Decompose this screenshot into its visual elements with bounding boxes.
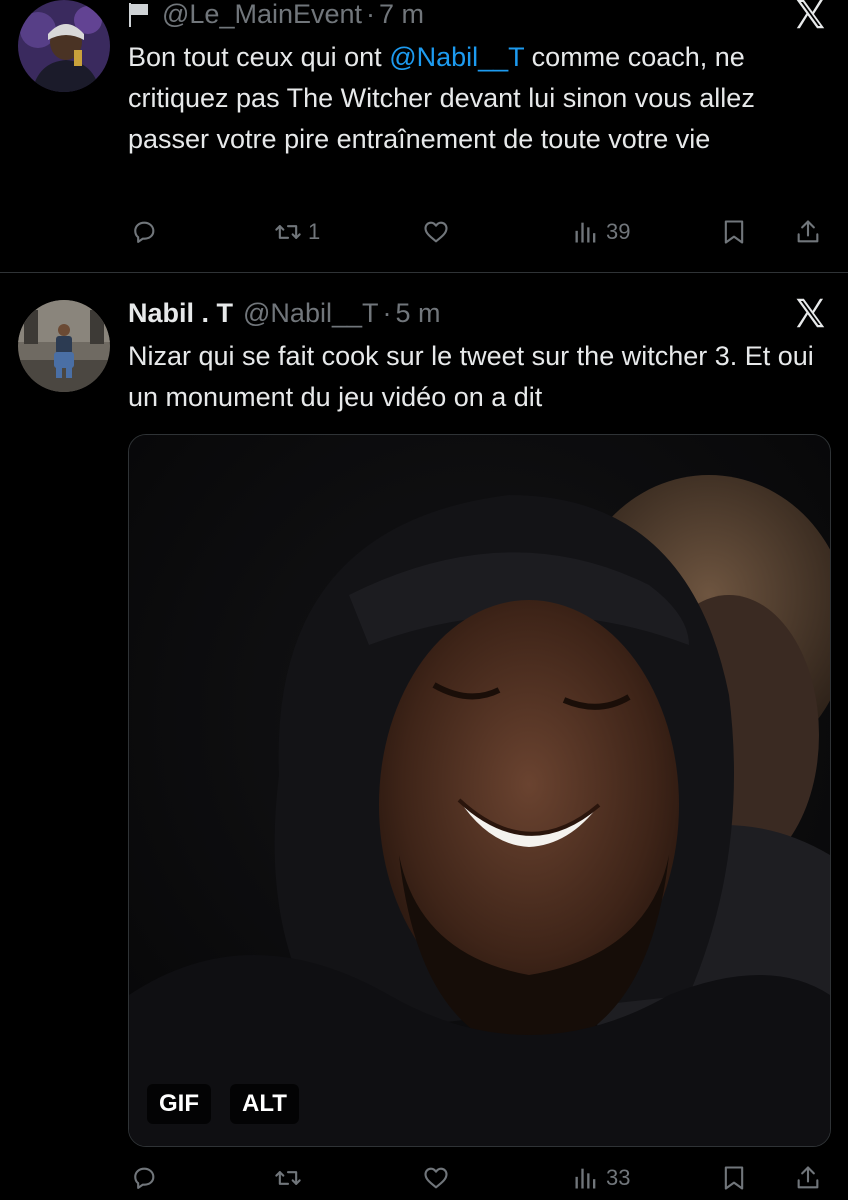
action-bar: 33 — [128, 1158, 828, 1198]
share-icon — [797, 1166, 819, 1189]
tweet-text: Bon tout ceux qui ont @Nabil__T comme co… — [128, 37, 834, 160]
action-bar: 1 39 — [128, 212, 828, 252]
tweet-header: Nabil . T @Nabil__T · 5 m — [128, 293, 828, 333]
alt-text-button[interactable]: ALT — [230, 1084, 299, 1124]
share-button[interactable] — [794, 1158, 822, 1198]
timestamp[interactable]: 5 m — [395, 298, 440, 329]
like-icon — [424, 221, 448, 243]
views-button[interactable]: 33 — [572, 1158, 630, 1198]
tweet-text-part: Bon tout ceux qui ont — [128, 42, 390, 72]
like-button[interactable] — [422, 1158, 450, 1198]
share-button[interactable] — [794, 212, 822, 252]
avatar[interactable] — [18, 300, 110, 392]
separator-dot: · — [366, 0, 376, 29]
tweet-text: Nizar qui se fait cook sur le tweet sur … — [128, 341, 814, 412]
flag-icon — [129, 3, 148, 27]
like-icon — [424, 1167, 448, 1189]
x-logo-icon[interactable] — [792, 295, 828, 331]
bookmark-icon — [724, 1166, 744, 1190]
like-button[interactable] — [422, 212, 450, 252]
bookmark-button[interactable] — [720, 1158, 748, 1198]
avatar[interactable] — [18, 0, 110, 92]
views-count: 39 — [606, 219, 631, 244]
x-logo-icon[interactable] — [792, 0, 828, 32]
author-handle[interactable]: @Le_MainEvent — [162, 0, 362, 30]
reply-icon — [134, 221, 155, 243]
separator-dot: · — [382, 297, 392, 328]
bookmark-button[interactable] — [720, 212, 748, 252]
views-button[interactable]: 39 — [572, 212, 630, 252]
tweet-1[interactable]: @Le_MainEvent · 7 m Bon tout ceux qui on… — [0, 0, 848, 272]
tweet-header: @Le_MainEvent · 7 m — [128, 0, 828, 34]
reply-button[interactable] — [130, 212, 158, 252]
share-icon — [797, 220, 819, 243]
views-icon — [575, 1168, 596, 1189]
timestamp[interactable]: 7 m — [379, 0, 424, 30]
views-icon — [575, 222, 596, 243]
reply-button[interactable] — [130, 1158, 158, 1198]
media-gif[interactable]: GIF ALT — [128, 434, 831, 1147]
repost-button[interactable] — [274, 1158, 302, 1198]
repost-button[interactable]: 1 — [274, 212, 320, 252]
author-handle[interactable]: @Nabil__T — [243, 298, 378, 329]
views-count: 33 — [606, 1165, 631, 1190]
bookmark-icon — [724, 220, 744, 244]
repost-icon — [275, 1171, 301, 1185]
tweet-2[interactable]: Nabil . T @Nabil__T · 5 m Nizar qui se f… — [0, 273, 848, 1200]
repost-icon — [275, 225, 301, 239]
mention-link[interactable]: @Nabil__T — [389, 42, 524, 72]
repost-count: 1 — [308, 219, 321, 244]
gif-badge: GIF — [147, 1084, 211, 1124]
author-display-name[interactable]: Nabil . T — [128, 298, 233, 329]
reply-icon — [134, 1167, 155, 1189]
gif-image — [129, 435, 830, 1146]
